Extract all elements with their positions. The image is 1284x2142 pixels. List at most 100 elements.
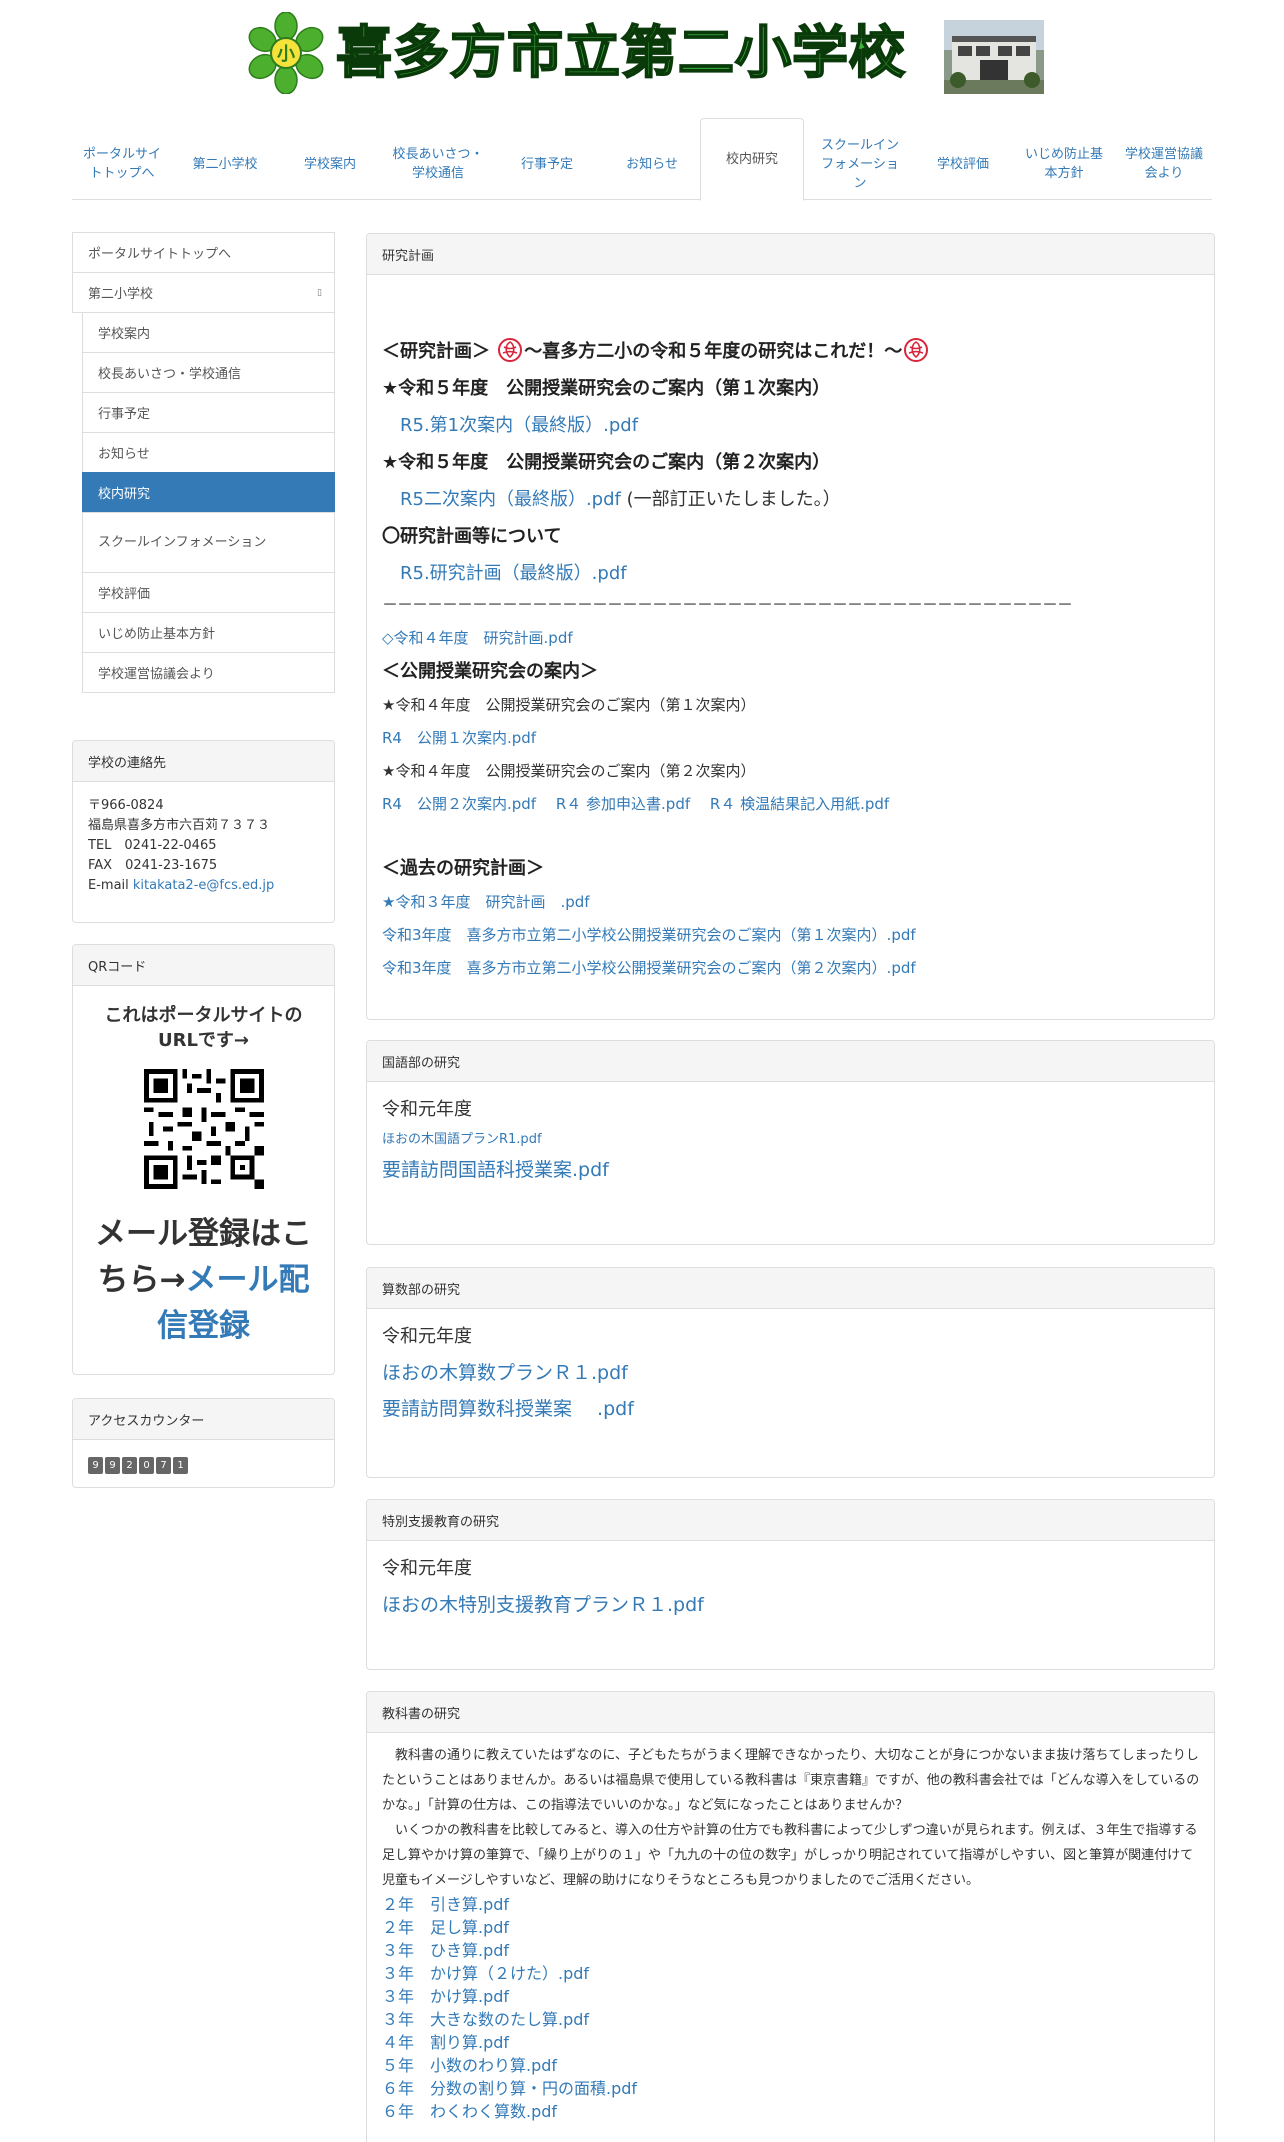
link-row: ほおの木国語プランR1.pdf [382, 1128, 1199, 1152]
year-label: 令和元年度 [382, 1558, 472, 1579]
year-label: 令和元年度 [382, 1099, 472, 1120]
sidebar-item-principal[interactable]: 校長あいさつ・学校通信 [82, 352, 335, 393]
sidebar-item-label: 校内研究 [98, 487, 151, 502]
japanese-lesson-link[interactable]: 要請訪問国語科授業案.pdf [382, 1159, 609, 1181]
contact-panel: 学校の連絡先 〒966-0824 福島県喜多方市六百苅７３７３ TEL 0241… [72, 740, 335, 923]
panel-title: 教科書の研究 [367, 1692, 1214, 1733]
nav-daini[interactable]: 第二小学校 [172, 128, 278, 200]
fax: FAX 0241-23-1675 [88, 858, 218, 873]
sidebar-item-label: 学校評価 [98, 587, 151, 602]
heading-text: ＜研究計画＞ [382, 341, 490, 362]
r5-second-link[interactable]: R5二次案内（最終版）.pdf [400, 489, 621, 510]
nav-evaluation[interactable]: 学校評価 [912, 128, 1014, 200]
r4-application-link[interactable]: R４ 参加申込書.pdf [556, 795, 690, 813]
sidebar-item-events[interactable]: 行事予定 [82, 392, 335, 433]
r4-second-notice: ★令和４年度 公開授業研究会のご案内（第２次案内） [382, 762, 756, 780]
r4-second-link[interactable]: R4 公開２次案内.pdf [382, 795, 536, 813]
r5-first-link[interactable]: R5.第1次案内（最終版）.pdf [400, 415, 638, 436]
plan-link-row: R5.研究計画（最終版）.pdf [382, 555, 1199, 592]
email-row: E-mail kitakata2-e@fcs.ed.jp [88, 876, 319, 896]
svg-text:小: 小 [277, 44, 295, 65]
r4-first-notice: ★令和４年度 公開授業研究会のご案内（第１次案内） [382, 696, 756, 714]
school-emblem-icon: 小 [248, 12, 324, 94]
textbook-link[interactable]: ３年 かけ算（２けた）.pdf [382, 1962, 1202, 1985]
textbook-link[interactable]: ２年 引き算.pdf [382, 1893, 1202, 1916]
nav-school-guide[interactable]: 学校案内 [278, 128, 382, 200]
sidebar-item-label: 第二小学校 [88, 287, 154, 302]
r4-temperature-link[interactable]: R４ 検温結果記入用紙.pdf [710, 795, 889, 813]
r4-plan-row: ◇令和４年度 研究計画.pdf [382, 622, 1199, 655]
email-link[interactable]: kitakata2-e@fcs.ed.jp [133, 878, 274, 893]
counter-digit: 7 [156, 1457, 171, 1474]
sidebar-item-bullying[interactable]: いじめ防止基本方針 [82, 612, 335, 653]
nav-research[interactable]: 校内研究 [700, 118, 804, 201]
math-lesson-link[interactable]: 要請訪問算数科授業案 .pdf [382, 1398, 634, 1420]
sidebar-item-school-guide[interactable]: 学校案内 [82, 312, 335, 353]
nav-bullying-policy[interactable]: いじめ防止基本方針 [1014, 128, 1114, 200]
special-plan-link[interactable]: ほおの木特別支援教育プランＲ１.pdf [382, 1594, 704, 1616]
sidebar-item-daini[interactable]: 第二小学校 ▯ [72, 272, 335, 313]
past-link-row: 令和3年度 喜多方市立第二小学校公開授業研究会のご案内（第１次案内）.pdf [382, 919, 1199, 952]
nav-school-info[interactable]: スクールインフォメーション [808, 128, 912, 200]
email-label: E-mail [88, 878, 133, 893]
qr-code-icon [143, 1069, 264, 1189]
postal-code: 〒966-0824 [88, 798, 164, 813]
textbook-link[interactable]: ２年 足し算.pdf [382, 1916, 1202, 1939]
math-plan-link[interactable]: ほおの木算数プランＲ１.pdf [382, 1362, 628, 1384]
textbook-link[interactable]: ３年 かけ算.pdf [382, 1985, 1202, 2008]
textbook-link[interactable]: ３年 ひき算.pdf [382, 1939, 1202, 1962]
nav-principal[interactable]: 校長あいさつ・学校通信 [382, 128, 494, 200]
sidebar-item-council[interactable]: 学校運営協議会より [82, 652, 335, 693]
r4-first-link-row: R4 公開１次案内.pdf [382, 722, 1199, 755]
r4-first-link[interactable]: R4 公開１次案内.pdf [382, 729, 536, 747]
japanese-plan-link[interactable]: ほおの木国語プランR1.pdf [382, 1132, 542, 1147]
sidebar-item-evaluation[interactable]: 学校評価 [82, 572, 335, 613]
textbook-link[interactable]: ５年 小数のわり算.pdf [382, 2054, 1202, 2077]
panel-title: 特別支援教育の研究 [367, 1500, 1214, 1541]
r4-plan-link[interactable]: ◇令和４年度 研究計画.pdf [382, 629, 573, 647]
nav-events[interactable]: 行事予定 [494, 128, 600, 200]
separator-line: －－－－－－－－－－－－－－－－－－－－－－－－－－－－－－－－－－－－－－－－… [382, 595, 1072, 614]
qr-panel: QRコード これはポータルサイトのURLです→ メール登録はこちら→メール配信登… [72, 944, 335, 1375]
sidebar-item-label: 校長あいさつ・学校通信 [98, 367, 242, 382]
special-support-panel: 特別支援教育の研究 令和元年度 ほおの木特別支援教育プランＲ１.pdf [366, 1499, 1215, 1670]
counter-digit: 9 [88, 1457, 103, 1474]
sidebar-item-label: スクールインフォメーション [98, 535, 267, 550]
textbook-paragraph-1: 教科書の通りに教えていたはずなのに、子どもたちがうまく理解できなかったり、大切な… [382, 1748, 1200, 1813]
mail-register-text: メール登録はこちら→メール配信登録 [93, 1211, 314, 1349]
nav-council[interactable]: 学校運営協議会より [1114, 128, 1214, 200]
sidebar-item-news[interactable]: お知らせ [82, 432, 335, 473]
r5-first-notice: ★令和５年度 公開授業研究会のご案内（第１次案内） [382, 378, 831, 399]
sidebar-item-school-info[interactable]: スクールインフォメーション [82, 512, 335, 573]
counter-digit: 0 [139, 1457, 154, 1474]
textbook-link[interactable]: ６年 分数の割り算・円の面積.pdf [382, 2077, 1202, 2100]
sidebar-item-research[interactable]: 校内研究 [82, 472, 335, 513]
sidebar-item-label: 学校運営協議会より [98, 667, 215, 682]
r3-first-notice-link[interactable]: 令和3年度 喜多方市立第二小学校公開授業研究会のご案内（第１次案内）.pdf [382, 926, 916, 944]
r3-second-notice-link[interactable]: 令和3年度 喜多方市立第二小学校公開授業研究会のご案内（第２次案内）.pdf [382, 959, 916, 977]
open-class-heading: ＜公開授業研究会の案内＞ [382, 661, 598, 682]
nav-news[interactable]: お知らせ [600, 128, 704, 200]
panel-title: 算数部の研究 [367, 1268, 1214, 1309]
panel-title: QRコード [73, 945, 334, 986]
textbook-link[interactable]: ４年 割り算.pdf [382, 2031, 1202, 2054]
link-row: ほおの木特別支援教育プランＲ１.pdf [382, 1587, 1199, 1623]
r3-plan-link[interactable]: ★令和３年度 研究計画 .pdf [382, 893, 590, 911]
panel-title: 研究計画 [367, 234, 1214, 275]
counter-digit: 2 [122, 1457, 137, 1474]
link-row: ほおの木算数プランＲ１.pdf [382, 1355, 1199, 1391]
access-counter: 9 9 2 0 7 1 [88, 1457, 319, 1474]
sidebar-item-label: お知らせ [98, 447, 150, 462]
textbook-link[interactable]: ６年 わくわく算数.pdf [382, 2100, 1202, 2123]
r5-plan-link[interactable]: R5.研究計画（最終版）.pdf [400, 563, 627, 584]
textbook-link[interactable]: ３年 大きな数のたし算.pdf [382, 2008, 1202, 2031]
sidebar-item-label: 行事予定 [98, 407, 151, 422]
panel-title: 国語部の研究 [367, 1041, 1214, 1082]
link-row: 要請訪問国語科授業案.pdf [382, 1152, 1199, 1188]
link-row: 要請訪問算数科授業案 .pdf [382, 1391, 1199, 1427]
research-plan-heading: ＜研究計画＞ ～喜多方二小の令和５年度の研究はこれだ！～ [382, 333, 1199, 370]
research-plan-panel: 研究計画 ＜研究計画＞ ～喜多方二小の令和５年度の研究はこれだ！～ ★令和５年度… [366, 233, 1215, 1020]
sidebar-item-portal[interactable]: ポータルサイトトップへ [72, 232, 335, 273]
collapse-icon[interactable]: ▯ [317, 288, 322, 298]
nav-portal-top[interactable]: ポータルサイトトップへ [72, 128, 172, 200]
